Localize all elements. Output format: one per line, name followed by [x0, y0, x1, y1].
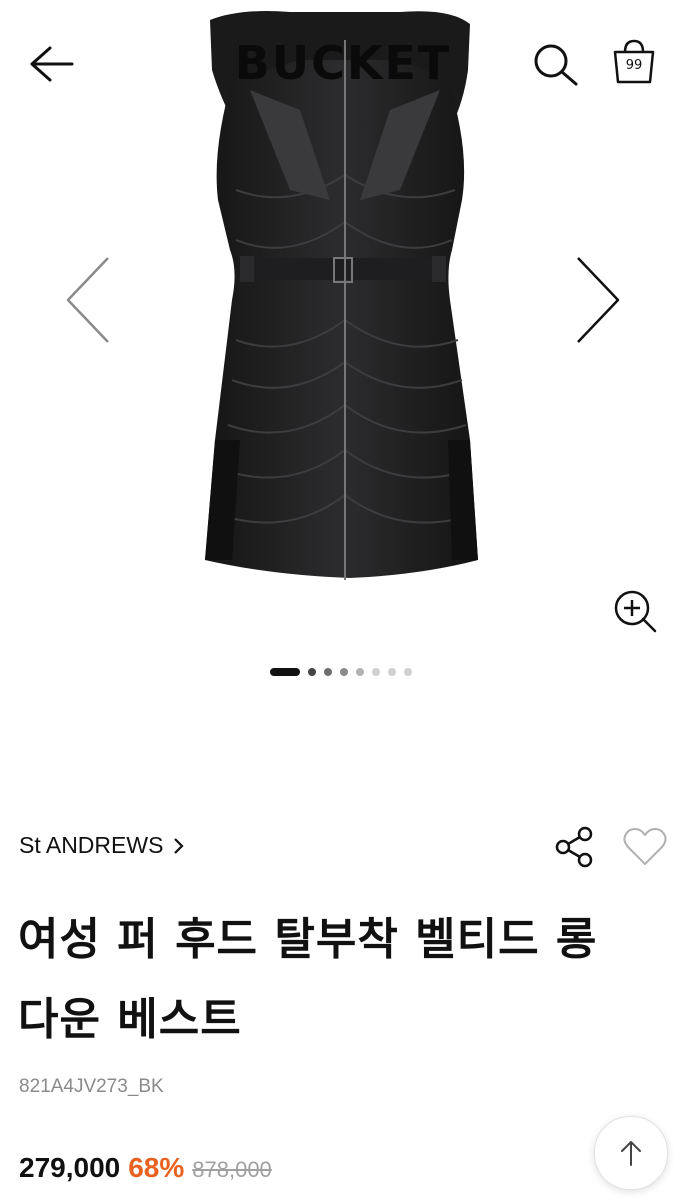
- price-row: 279,000 68% 878,000: [19, 1152, 272, 1184]
- scroll-to-top-button[interactable]: [594, 1116, 668, 1190]
- pagination-dot[interactable]: [404, 668, 412, 676]
- zoom-in-icon[interactable]: [612, 588, 658, 634]
- sale-price: 279,000: [19, 1152, 121, 1183]
- product-gallery[interactable]: BUCKET 99: [0, 0, 686, 700]
- product-title: 여성 퍼 후드 탈부착 벨티드 롱 다운 베스트: [18, 900, 668, 1060]
- product-sku: 821A4JV273_BK: [19, 1076, 164, 1097]
- pagination-dot[interactable]: [372, 668, 380, 676]
- brand-link[interactable]: St ANDREWS: [19, 832, 185, 859]
- brand-name: St ANDREWS: [19, 832, 164, 858]
- chevron-right-icon[interactable]: [574, 254, 624, 346]
- chevron-right-small-icon: [174, 837, 184, 854]
- share-icon[interactable]: [554, 826, 596, 868]
- chevron-left-icon[interactable]: [62, 254, 112, 346]
- arrow-up-icon: [621, 1141, 641, 1166]
- pagination-dot-active[interactable]: [270, 668, 300, 676]
- pagination-dot[interactable]: [356, 668, 364, 676]
- discount-rate: 68%: [128, 1152, 185, 1183]
- original-price: 878,000: [192, 1157, 272, 1182]
- cart-count-badge: 99: [625, 58, 643, 73]
- pagination-dot[interactable]: [324, 668, 332, 676]
- product-title-line-1: 여성 퍼 후드 탈부착 벨티드 롱: [18, 914, 598, 965]
- search-icon[interactable]: [532, 42, 580, 88]
- site-logo[interactable]: BUCKET: [0, 36, 686, 90]
- gallery-pagination[interactable]: [270, 666, 412, 678]
- heart-icon[interactable]: [622, 826, 668, 868]
- pagination-dot[interactable]: [340, 668, 348, 676]
- pagination-dot[interactable]: [308, 668, 316, 676]
- pagination-dot[interactable]: [388, 668, 396, 676]
- product-title-line-2: 다운 베스트: [18, 994, 242, 1045]
